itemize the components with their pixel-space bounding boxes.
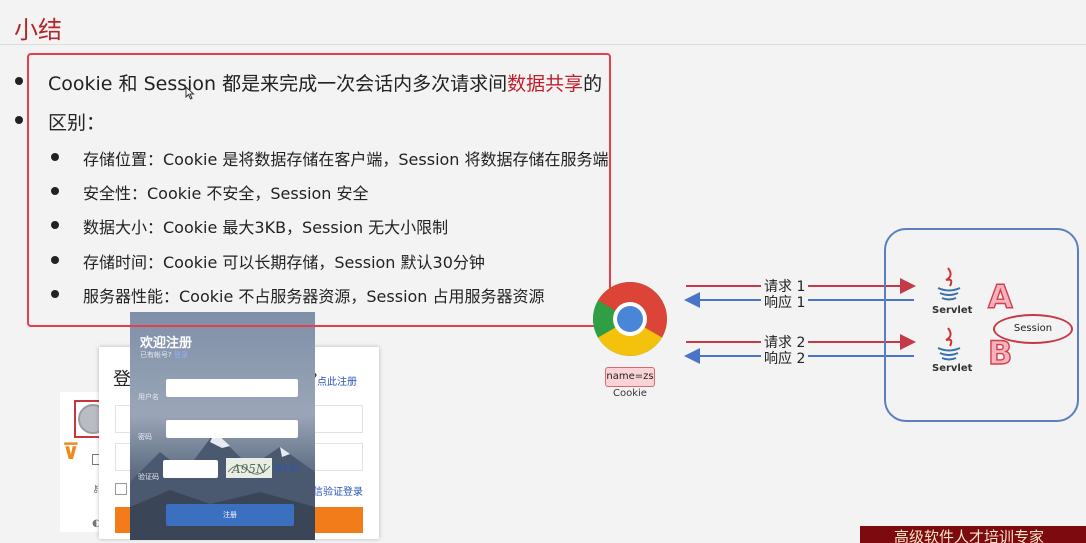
remember-checkbox[interactable] (115, 483, 127, 495)
username-label: 用户名 (138, 393, 159, 401)
session-ellipse: Session (993, 314, 1073, 344)
sms-login-link[interactable]: 信验证登录 (313, 483, 363, 498)
title-divider (0, 44, 1086, 45)
watermark-banner: 高级软件人才培训专家 (860, 526, 1086, 543)
register-form: 欢迎注册 已有帐号? 登录 用户名 密码 验证码 A95N 看不清? 注册 (130, 312, 315, 540)
captcha-noise: A95N (227, 462, 271, 476)
register-submit-button[interactable]: 注册 (166, 504, 294, 526)
slide-title: 小结 (14, 16, 62, 44)
cookie-label: Cookie (613, 388, 647, 399)
captcha-input[interactable] (163, 460, 218, 478)
register-password-input[interactable] (166, 420, 298, 438)
register-title: 欢迎注册 (140, 336, 193, 351)
captcha-label: 验证码 (138, 473, 159, 481)
captcha-text: A95N (231, 462, 267, 476)
register-subtitle-text: 已有帐号? (140, 351, 172, 359)
chrome-browser-icon (593, 282, 667, 356)
register-link[interactable]: 点此注册 (317, 373, 357, 388)
java-icon (937, 327, 961, 361)
bullet-icon (15, 116, 23, 124)
register-username-input[interactable] (166, 379, 298, 397)
letter-a: A (987, 277, 1013, 316)
servlet-a-label: Servlet (932, 305, 973, 316)
captcha-image: A95N (226, 458, 272, 478)
highlight-box (27, 53, 611, 327)
java-icon (937, 267, 961, 301)
orange-logo-icon: ⊽ (62, 440, 80, 465)
password-label: 密码 (138, 433, 152, 441)
cookie-value-tag: name=zs (605, 367, 655, 387)
captcha-refresh-link[interactable]: 看不清? (275, 464, 300, 474)
servlet-b-label: Servlet (932, 363, 973, 374)
register-login-link[interactable]: 登录 (174, 351, 188, 359)
response-2-label: 响应 2 (761, 348, 809, 368)
login-title: 登 (113, 369, 131, 390)
bullet-icon (15, 77, 23, 85)
register-subtitle: 已有帐号? 登录 (140, 350, 188, 360)
response-1-label: 响应 1 (761, 292, 809, 312)
